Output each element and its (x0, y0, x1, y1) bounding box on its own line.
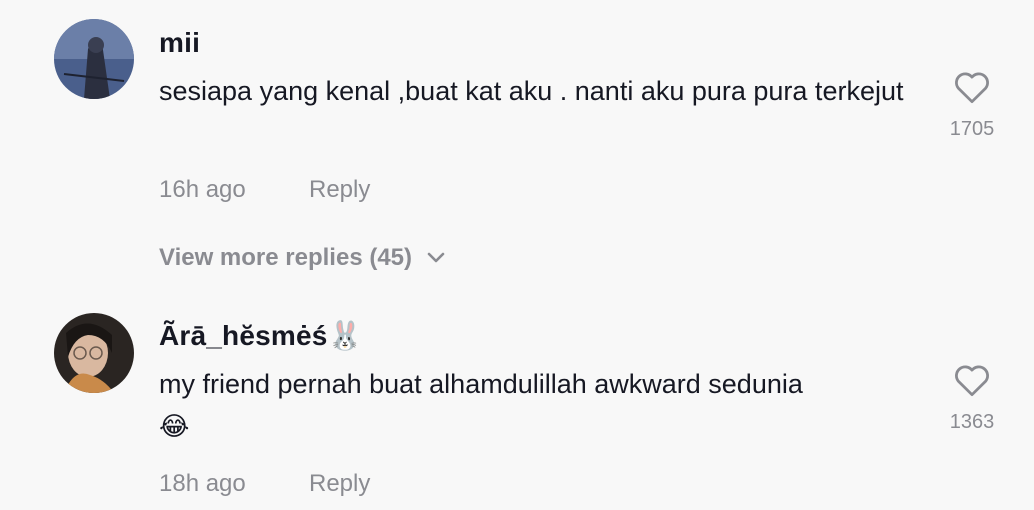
view-more-replies-button[interactable]: View more replies (45) (159, 244, 446, 272)
view-more-label: View more replies (45) (159, 244, 413, 271)
reply-button[interactable]: Reply (309, 176, 370, 204)
avatar[interactable] (54, 19, 134, 99)
username[interactable]: Ãrā_hĕsmėś🐰 (159, 319, 363, 352)
like-count: 1363 (949, 411, 995, 433)
like-count: 1705 (949, 118, 995, 140)
reply-button[interactable]: Reply (309, 470, 370, 498)
username[interactable]: mii (159, 27, 200, 59)
comment-text-content: my friend pernah buat alhamdulillah awkw… (159, 369, 803, 399)
avatar[interactable] (54, 313, 134, 393)
comment-text: my friend pernah buat alhamdulillah awkw… (159, 363, 929, 447)
comment-text: sesiapa yang kenal ,buat kat aku . nanti… (159, 76, 904, 106)
chevron-down-icon (426, 244, 446, 272)
like-group: 1363 (940, 363, 1004, 434)
timestamp: 16h ago (159, 176, 246, 203)
heart-icon[interactable] (953, 363, 991, 397)
like-group: 1705 (940, 70, 1004, 141)
laughing-emoji: 😂 (159, 411, 190, 441)
heart-icon[interactable] (953, 70, 991, 104)
timestamp: 18h ago (159, 470, 246, 497)
